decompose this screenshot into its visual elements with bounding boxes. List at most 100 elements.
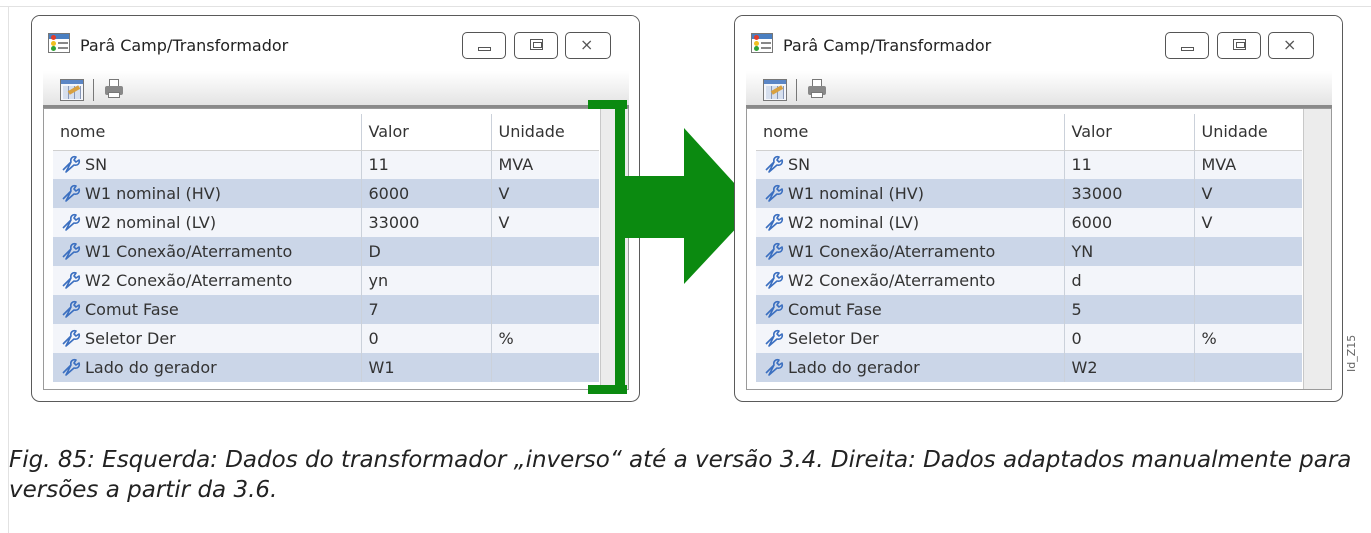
param-name: Lado do gerador	[788, 358, 920, 377]
param-name-cell[interactable]: Seletor Der	[53, 324, 362, 353]
param-name-cell[interactable]: W2 nominal (LV)	[756, 208, 1065, 237]
wrench-icon	[60, 242, 82, 260]
close-button[interactable]: ⨯	[1268, 32, 1314, 59]
param-unit	[1194, 266, 1302, 295]
param-name-cell[interactable]: W1 Conexão/Aterramento	[756, 237, 1065, 266]
table-row[interactable]: W1 Conexão/Aterramento D	[53, 237, 599, 266]
param-name-cell[interactable]: SN	[756, 150, 1065, 179]
param-value[interactable]: D	[361, 237, 492, 266]
param-name: Comut Fase	[85, 300, 179, 319]
param-name-cell[interactable]: SN	[53, 150, 362, 179]
param-value[interactable]: 7	[361, 295, 492, 324]
column-header-name[interactable]: nome	[53, 114, 362, 151]
wrench-icon	[763, 358, 785, 376]
param-unit: V	[1194, 179, 1302, 208]
table-row[interactable]: Lado do gerador W2	[756, 353, 1302, 382]
table-row[interactable]: W1 nominal (HV) 33000 V	[756, 179, 1302, 208]
table-row[interactable]: Seletor Der 0%	[53, 324, 599, 353]
param-name-cell[interactable]: W2 Conexão/Aterramento	[756, 266, 1065, 295]
maximize-button[interactable]	[1217, 32, 1261, 59]
close-icon: ⨯	[580, 35, 594, 54]
table-row[interactable]: W1 Conexão/Aterramento YN	[756, 237, 1302, 266]
app-window-icon	[751, 33, 773, 53]
column-header-unit[interactable]: Unidade	[491, 114, 599, 151]
param-value[interactable]: 0	[1064, 324, 1195, 353]
param-name-cell[interactable]: Comut Fase	[53, 295, 362, 324]
table-row[interactable]: W1 nominal (HV) 6000 V	[53, 179, 599, 208]
param-value[interactable]: W1	[361, 353, 492, 382]
column-header-value[interactable]: Valor	[361, 114, 492, 151]
wrench-icon	[763, 242, 785, 260]
window-title: Parâ Camp/Transformador	[783, 36, 992, 55]
wrench-icon	[60, 184, 82, 202]
param-unit: %	[491, 324, 599, 353]
titlebar: Parâ Camp/Transformador ⨯	[32, 16, 639, 71]
param-name-cell[interactable]: Lado do gerador	[756, 353, 1065, 382]
table-row[interactable]: W2 Conexão/Aterramento d	[756, 266, 1302, 295]
param-name-cell[interactable]: W1 nominal (HV)	[53, 179, 362, 208]
param-name-cell[interactable]: Lado do gerador	[53, 353, 362, 382]
table-row[interactable]: Comut Fase 7	[53, 295, 599, 324]
table-row[interactable]: W2 nominal (LV) 6000 V	[756, 208, 1302, 237]
table-row[interactable]: Seletor Der 0%	[756, 324, 1302, 353]
param-name-cell[interactable]: W1 nominal (HV)	[756, 179, 1065, 208]
wrench-icon	[60, 213, 82, 231]
parameter-grid: nome Valor Unidade SN 11 MVA W1 nominal (HV…	[746, 108, 1332, 390]
minimize-button[interactable]	[462, 32, 506, 59]
param-value[interactable]: YN	[1064, 237, 1195, 266]
table-row[interactable]: W2 nominal (LV) 33000 V	[53, 208, 599, 237]
param-name: W1 nominal (HV)	[788, 184, 924, 203]
param-value[interactable]: 6000	[361, 179, 492, 208]
param-name-cell[interactable]: Seletor Der	[756, 324, 1065, 353]
param-value[interactable]: 6000	[1064, 208, 1195, 237]
param-unit: MVA	[491, 150, 599, 179]
column-header-value[interactable]: Valor	[1064, 114, 1195, 151]
param-name: Seletor Der	[788, 329, 879, 348]
param-name: W2 nominal (LV)	[788, 213, 920, 232]
minimize-icon	[478, 47, 491, 51]
print-icon[interactable]	[104, 79, 124, 99]
close-icon: ⨯	[1283, 35, 1297, 54]
param-name-cell[interactable]: Comut Fase	[756, 295, 1065, 324]
wrench-icon	[60, 300, 82, 318]
print-icon[interactable]	[807, 79, 827, 99]
column-header-unit[interactable]: Unidade	[1194, 114, 1302, 151]
table-row[interactable]: SN 11 MVA	[756, 150, 1302, 179]
wrench-icon	[763, 184, 785, 202]
column-header-name[interactable]: nome	[756, 114, 1065, 151]
param-value[interactable]: 11	[361, 150, 492, 179]
param-value[interactable]: d	[1064, 266, 1195, 295]
param-name: SN	[85, 155, 108, 175]
param-name: W1 Conexão/Aterramento	[85, 242, 293, 261]
table-row[interactable]: Comut Fase 5	[756, 295, 1302, 324]
maximize-button[interactable]	[514, 32, 558, 59]
table-view-icon[interactable]	[763, 79, 787, 101]
wrench-icon	[763, 300, 785, 318]
window-left: Parâ Camp/Transformador ⨯ nome Valor Uni…	[31, 15, 640, 402]
table-row[interactable]: SN 11 MVA	[53, 150, 599, 179]
param-value[interactable]: 0	[361, 324, 492, 353]
param-value[interactable]: yn	[361, 266, 492, 295]
param-value[interactable]: W2	[1064, 353, 1195, 382]
wrench-icon	[763, 271, 785, 289]
param-name-cell[interactable]: W2 nominal (LV)	[53, 208, 362, 237]
param-name-cell[interactable]: W1 Conexão/Aterramento	[53, 237, 362, 266]
param-value[interactable]: 11	[1064, 150, 1195, 179]
table-row[interactable]: Lado do gerador W1	[53, 353, 599, 382]
param-name: W1 nominal (HV)	[85, 184, 221, 203]
table-view-icon[interactable]	[60, 79, 84, 101]
maximize-icon	[530, 39, 543, 50]
toolbar-separator	[796, 79, 797, 101]
wrench-icon	[60, 358, 82, 376]
param-value[interactable]: 5	[1064, 295, 1195, 324]
wrench-icon	[763, 155, 785, 174]
scrollbar[interactable]	[1303, 109, 1331, 389]
toolbar	[43, 71, 629, 108]
param-value[interactable]: 33000	[361, 208, 492, 237]
table-row[interactable]: W2 Conexão/Aterramento yn	[53, 266, 599, 295]
param-name-cell[interactable]: W2 Conexão/Aterramento	[53, 266, 362, 295]
close-button[interactable]: ⨯	[565, 32, 611, 59]
param-name: W1 Conexão/Aterramento	[788, 242, 996, 261]
param-value[interactable]: 33000	[1064, 179, 1195, 208]
minimize-button[interactable]	[1165, 32, 1209, 59]
